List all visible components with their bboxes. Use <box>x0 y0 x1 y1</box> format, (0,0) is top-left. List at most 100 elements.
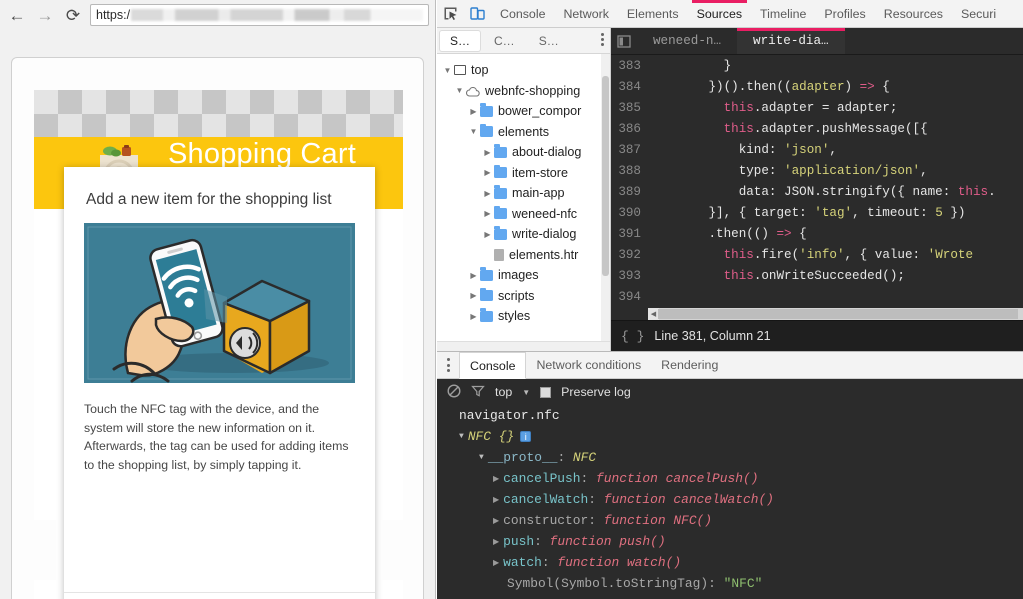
scrollbar-thumb[interactable] <box>602 76 609 276</box>
folder-icon <box>480 103 493 117</box>
twisty-icon[interactable]: ▶ <box>493 558 499 568</box>
console-property-row[interactable]: ▶ push: function push() <box>437 531 1023 552</box>
console-property-row[interactable]: ▶ cancelPush: function cancelPush() <box>437 468 1023 489</box>
tab-label: Timeline <box>760 6 807 21</box>
info-badge-icon[interactable]: i <box>520 431 532 442</box>
twisty-icon[interactable] <box>481 230 494 239</box>
folder-icon <box>480 123 493 138</box>
navigator-vertical-scrollbar[interactable] <box>601 54 610 341</box>
tree-item-webnfc-shopping[interactable]: webnfc-shopping <box>437 81 610 102</box>
preserve-log-checkbox[interactable] <box>540 386 552 398</box>
drawer-tab-rendering[interactable]: Rendering <box>651 352 728 378</box>
twisty-icon[interactable] <box>467 291 480 300</box>
console-property-row[interactable]: ▶ constructor: function NFC() <box>437 510 1023 531</box>
console-output[interactable]: navigator.nfc ▼ NFC {} i ▼ __proto__: NF… <box>437 405 1023 599</box>
twisty-icon[interactable]: ▶ <box>493 495 499 505</box>
twisty-icon[interactable] <box>481 189 494 198</box>
tab-profiles[interactable]: Profiles <box>815 0 874 27</box>
drawer-tab-network-conditions[interactable]: Network conditions <box>526 352 651 378</box>
twisty-icon[interactable] <box>481 168 494 177</box>
tab-network[interactable]: Network <box>554 0 617 27</box>
subtab-sources[interactable]: S… <box>440 30 481 51</box>
console-result-object[interactable]: ▼ NFC {} i <box>437 426 1023 447</box>
navigator-horizontal-scrollbar[interactable] <box>437 341 610 351</box>
console-property-row[interactable]: ▶ cancelWatch: function cancelWatch() <box>437 489 1023 510</box>
address-bar[interactable]: https:/ <box>90 4 429 26</box>
filter-icon[interactable] <box>471 384 485 401</box>
write-dialog: Add a new item for the shopping list Tou… <box>64 167 375 599</box>
twisty-icon[interactable]: ▶ <box>493 537 499 547</box>
tree-item-elements-html[interactable]: elements.htr <box>437 245 610 266</box>
tree-item-styles[interactable]: styles <box>437 306 610 327</box>
twisty-icon[interactable] <box>467 271 480 280</box>
code-view[interactable]: 383 } 384 })().then((adapter) => { 385 t… <box>611 55 1023 320</box>
twisty-icon[interactable]: ▼ <box>459 432 464 441</box>
reload-icon[interactable]: ⟳ <box>62 4 84 26</box>
twisty-icon[interactable] <box>467 107 480 116</box>
navigator-subtabs: S… C… S… <box>437 28 610 54</box>
console-symbol-row[interactable]: Symbol(Symbol.toStringTag): "NFC" <box>437 573 1023 594</box>
editor-tab-write-dialog[interactable]: write-dia… <box>737 28 845 54</box>
collapse-navigator-icon[interactable] <box>611 28 637 54</box>
devtools-drawer: Console Network conditions Rendering top… <box>437 351 1023 599</box>
tree-item-main-app[interactable]: main-app <box>437 183 610 204</box>
back-arrow-icon[interactable]: ← <box>6 4 28 26</box>
subtab-snippets[interactable]: S… <box>529 31 569 51</box>
twisty-icon[interactable] <box>441 66 454 75</box>
tree-item-about-dialog[interactable]: about-dialog <box>437 142 610 163</box>
subtab-content-scripts[interactable]: C… <box>484 31 525 51</box>
tree-item-elements[interactable]: elements <box>437 122 610 143</box>
twisty-icon[interactable] <box>453 86 466 95</box>
chevron-down-icon[interactable]: ▼ <box>522 388 530 397</box>
tree-item-item-store[interactable]: item-store <box>437 163 610 184</box>
drawer-tabbar: Console Network conditions Rendering <box>437 352 1023 379</box>
twisty-icon[interactable]: ▶ <box>493 516 499 526</box>
twisty-icon[interactable]: ▼ <box>479 453 484 462</box>
scrollbar-thumb[interactable] <box>658 309 1018 319</box>
tab-elements[interactable]: Elements <box>618 0 688 27</box>
twisty-icon[interactable] <box>481 148 494 157</box>
tree-item-images[interactable]: images <box>437 265 610 286</box>
tab-label: Elements <box>626 6 679 21</box>
forward-arrow-icon[interactable]: → <box>34 4 56 26</box>
inspect-element-icon[interactable] <box>437 0 464 27</box>
property-key: cancelPush <box>503 471 581 486</box>
device-toolbar-icon[interactable] <box>464 0 491 27</box>
tree-item-label: webnfc-shopping <box>485 83 581 98</box>
line-code: this.fire('info', { value: 'Wrote <box>723 247 974 262</box>
tree-item-bower-components[interactable]: bower_compor <box>437 101 610 122</box>
tree-item-write-dialog[interactable]: write-dialog <box>437 224 610 245</box>
source-editor: weneed-n… write-dia… 383 } 384 })().then… <box>611 28 1023 351</box>
tab-sources[interactable]: Sources <box>688 0 751 27</box>
tree-item-top[interactable]: top <box>437 60 610 81</box>
tab-label: Console <box>500 6 546 21</box>
twisty-icon[interactable] <box>467 312 480 321</box>
drawer-tab-console[interactable]: Console <box>459 352 527 379</box>
twisty-icon[interactable] <box>467 127 480 136</box>
twisty-icon[interactable] <box>481 209 494 218</box>
console-proto-row[interactable]: ▼ __proto__: NFC <box>437 447 1023 468</box>
symbol-key: Symbol(Symbol.toStringTag): <box>507 576 716 591</box>
property-value: function watch() <box>557 555 682 570</box>
browser-toolbar: ← → ⟳ https:/ <box>0 0 435 30</box>
clear-console-icon[interactable] <box>447 383 461 401</box>
line-code: type: 'application/json', <box>648 163 928 178</box>
tab-console[interactable]: Console <box>491 0 554 27</box>
preserve-log-label[interactable]: Preserve log <box>561 385 631 399</box>
tab-security[interactable]: Securi <box>952 0 1005 27</box>
pretty-print-braces-icon[interactable]: { } <box>621 329 644 344</box>
kebab-menu-icon[interactable] <box>437 352 459 378</box>
folder-icon <box>494 226 507 240</box>
phone-bezel-right <box>381 520 403 580</box>
tab-timeline[interactable]: Timeline <box>751 0 815 27</box>
editor-tab-weneed-nfc[interactable]: weneed-n… <box>637 28 738 54</box>
property-value: function push() <box>549 534 666 549</box>
console-property-row[interactable]: ▶ watch: function watch() <box>437 552 1023 573</box>
kebab-menu-icon[interactable] <box>601 33 604 46</box>
twisty-icon[interactable]: ▶ <box>493 474 499 484</box>
execution-context-selector[interactable]: top <box>495 385 512 399</box>
tab-resources[interactable]: Resources <box>875 0 952 27</box>
tree-item-weneed-nfc[interactable]: weneed-nfc <box>437 204 610 225</box>
tree-item-scripts[interactable]: scripts <box>437 286 610 307</box>
editor-horizontal-scrollbar[interactable]: ◀ <box>648 308 1023 320</box>
